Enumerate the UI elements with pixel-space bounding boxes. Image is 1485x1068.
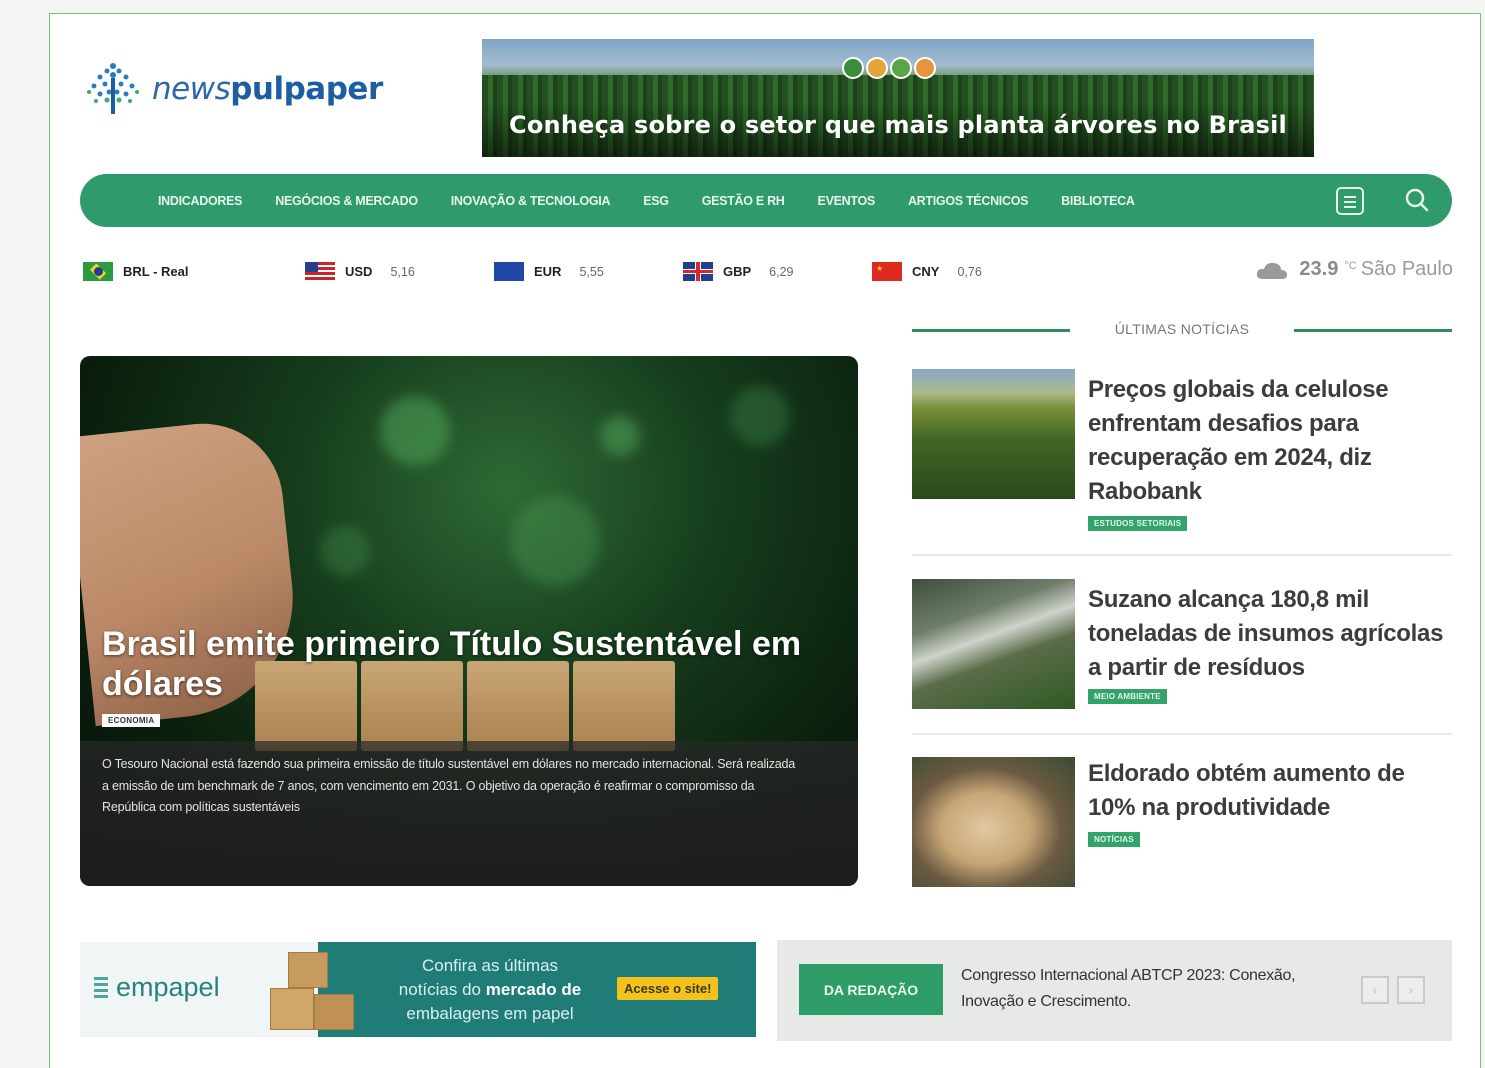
logo-tree-icon — [87, 63, 139, 114]
news-item-3[interactable]: Eldorado obtém aumento de 10% na produti… — [912, 757, 1452, 887]
nav-item-gestao-rh[interactable]: GESTÃO E RH — [702, 194, 785, 208]
empapel-line-2a: notícias do — [398, 980, 486, 999]
empapel-line-2b: mercado de — [485, 980, 582, 999]
banner-badge-icon — [842, 57, 936, 79]
brazil-flag-icon — [83, 262, 113, 281]
nav-item-esg[interactable]: ESG — [643, 194, 669, 208]
empapel-line-1: Confira as últimas — [421, 956, 559, 975]
news-title[interactable]: Preços globais da celulose enfrentam des… — [1088, 373, 1452, 509]
empapel-logo-text: empapel — [116, 972, 220, 1002]
news-category-tag[interactable]: NOTÍCIAS — [1088, 832, 1140, 847]
divider — [912, 733, 1452, 735]
logo-word-pulpaper: pulpaper — [230, 71, 383, 107]
empapel-tagline: Confira as últimas notícias do mercado d… — [370, 954, 610, 1026]
currency-code: CNY — [912, 264, 940, 279]
nav-item-artigos-tecnicos[interactable]: ARTIGOS TÉCNICOS — [908, 194, 1029, 208]
currency-code: BRL - Real — [123, 264, 189, 279]
currency-gbp: GBP 6,29 — [683, 262, 794, 281]
currency-ticker: BRL - Real USD 5,16 EUR 5,55 GBP 6,29 ★ … — [83, 258, 1453, 284]
weather-widget: 23.9 °C São Paulo — [1255, 258, 1453, 281]
banner-headline: Conheça sobre o setor que mais planta ár… — [509, 111, 1287, 139]
currency-code: GBP — [723, 264, 752, 279]
ticker-headline[interactable]: Congresso Internacional ABTCP 2023: Cone… — [961, 963, 1341, 1015]
empapel-logo: empapel — [94, 972, 220, 1003]
weather-unit: °C — [1344, 259, 1357, 272]
china-flag-icon: ★ — [872, 262, 902, 281]
currency-value: 6,29 — [769, 264, 794, 279]
page-frame: newspulpaper Conheça sobre o setor que m… — [49, 13, 1481, 1068]
news-thumbnail[interactable] — [912, 369, 1075, 499]
empapel-cta-button[interactable]: Acesse o site! — [617, 977, 719, 1000]
hero-category-tag[interactable]: ECONOMIA — [102, 714, 161, 727]
ticker-prev-button[interactable]: ‹ — [1361, 976, 1389, 1004]
latest-news-label: ÚLTIMAS NOTÍCIAS — [1114, 321, 1250, 337]
hero-title[interactable]: Brasil emite primeiro Título Sustentável… — [102, 624, 802, 704]
logo-wordmark: newspulpaper — [152, 71, 383, 107]
menu-icon[interactable] — [1336, 187, 1364, 215]
main-nav: INDICADORES NEGÓCIOS & MERCADO INOVAÇÃO … — [80, 174, 1452, 227]
search-icon[interactable] — [1404, 187, 1430, 213]
divider — [912, 554, 1452, 556]
ticker-label[interactable]: DA REDAÇÃO — [799, 964, 943, 1015]
currency-value: 0,76 — [957, 264, 982, 279]
nav-item-indicadores[interactable]: INDICADORES — [158, 194, 243, 208]
news-item-2[interactable]: Suzano alcança 180,8 mil toneladas de in… — [912, 579, 1452, 711]
currency-code: EUR — [534, 264, 562, 279]
hero-article[interactable]: Brasil emite primeiro Título Sustentável… — [80, 356, 858, 886]
weather-temp: 23.9 — [1299, 258, 1339, 280]
currency-brl: BRL - Real — [83, 262, 207, 281]
news-item-1[interactable]: Preços globais da celulose enfrentam des… — [912, 369, 1452, 539]
nav-item-negocios-mercado[interactable]: NEGÓCIOS & MERCADO — [275, 194, 418, 208]
news-category-tag[interactable]: MEIO AMBIENTE — [1088, 689, 1167, 704]
nav-item-inovacao-tecnologia[interactable]: INOVAÇÃO & TECNOLOGIA — [451, 194, 611, 208]
news-thumbnail[interactable] — [912, 757, 1075, 887]
news-category-tag[interactable]: ESTUDOS SETORIAIS — [1088, 516, 1188, 531]
empapel-line-3: embalagens em papel — [406, 1004, 574, 1023]
news-thumbnail[interactable] — [912, 579, 1075, 709]
nav-item-eventos[interactable]: EVENTOS — [818, 194, 876, 208]
news-title[interactable]: Eldorado obtém aumento de 10% na produti… — [1088, 757, 1452, 825]
weather-city: São Paulo — [1360, 258, 1453, 280]
news-ticker: DA REDAÇÃO Congresso Internacional ABTCP… — [777, 940, 1452, 1041]
top-ad-banner[interactable]: Conheça sobre o setor que mais planta ár… — [482, 39, 1314, 157]
uk-flag-icon — [683, 262, 713, 281]
currency-code: USD — [345, 264, 373, 279]
usa-flag-icon — [305, 262, 335, 281]
cloud-icon — [1257, 262, 1288, 279]
empapel-ad-banner[interactable]: empapel Confira as últimas notícias do m… — [80, 942, 756, 1037]
cardboard-boxes-image — [270, 948, 360, 1033]
eu-flag-icon — [494, 262, 524, 281]
currency-eur: EUR 5,55 — [494, 262, 604, 281]
ticker-next-button[interactable]: › — [1397, 976, 1425, 1004]
currency-cny: ★ CNY 0,76 — [872, 262, 982, 281]
currency-usd: USD 5,16 — [305, 262, 415, 281]
currency-value: 5,55 — [579, 264, 604, 279]
empapel-logo-icon — [94, 974, 108, 1001]
news-title[interactable]: Suzano alcança 180,8 mil toneladas de in… — [1088, 583, 1452, 685]
latest-news-header: ÚLTIMAS NOTÍCIAS — [912, 318, 1452, 342]
site-logo[interactable]: newspulpaper — [80, 54, 400, 124]
currency-value: 5,16 — [390, 264, 415, 279]
logo-word-news: news — [152, 71, 231, 107]
hero-description: O Tesouro Nacional está fazendo sua prim… — [102, 757, 796, 814]
nav-item-biblioteca[interactable]: BIBLIOTECA — [1061, 194, 1135, 208]
